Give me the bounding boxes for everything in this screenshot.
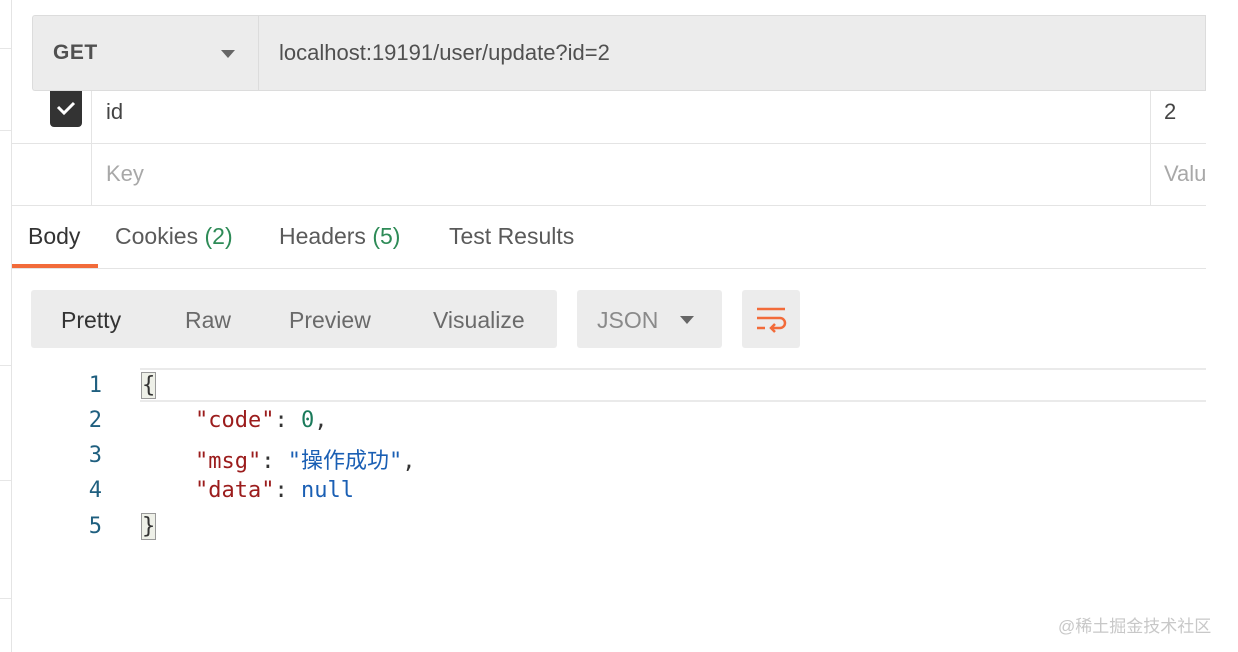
method-select[interactable]: GET [32,15,258,91]
left-panel-row-line [0,48,11,49]
tab-headers-label: Headers [279,223,366,249]
view-preview-button[interactable]: Preview [289,307,371,334]
param-key[interactable]: id [106,99,123,125]
check-icon [56,101,76,116]
params-row-empty: Key Valu [12,144,1206,206]
code-line: "data": null [194,478,354,503]
code-line: { [140,372,157,399]
left-panel-row-line [0,130,11,131]
view-pretty-button[interactable]: Pretty [61,307,121,334]
json-value: 0 [300,408,315,433]
json-value: "操作成功" [287,449,403,474]
line-number: 1 [88,373,102,398]
param-key-input[interactable]: Key [106,161,144,187]
params-row: id 2 [12,91,1206,144]
left-panel-row-line [0,598,11,599]
view-mode-group: Pretty Raw Preview Visualize [31,290,557,348]
left-panel-row-line [0,480,11,481]
param-enabled-checkbox[interactable] [50,91,82,127]
json-key: "msg" [194,449,262,474]
code-line: } [140,513,157,540]
line-number: 2 [88,408,102,433]
open-brace: { [140,372,157,399]
json-value: null [300,478,354,503]
view-visualize-button[interactable]: Visualize [433,307,525,334]
current-line-highlight [140,368,1206,402]
chevron-down-icon [221,50,235,58]
watermark: @稀土掘金技术社区 [1058,617,1212,636]
cookies-count: (2) [204,223,233,249]
line-number: 5 [88,514,102,539]
response-tabs: Body Cookies (2) Headers (5) Test Result… [12,206,1206,269]
headers-count: (5) [372,223,401,249]
active-tab-indicator [12,264,98,268]
chevron-down-icon [680,316,694,324]
format-label: JSON [597,307,659,333]
tab-cookies-label: Cookies [115,223,199,249]
tab-test-results[interactable]: Test Results [449,223,574,250]
wrap-lines-button[interactable] [742,290,800,348]
tab-cookies[interactable]: Cookies (2) [115,223,233,250]
line-number: 3 [88,443,102,468]
method-label: GET [53,41,98,64]
left-panel-row-line [0,365,11,366]
format-select[interactable]: JSON [577,290,722,348]
json-key: "data" [194,478,275,503]
json-key: "code" [194,408,275,433]
close-brace: } [140,513,157,540]
request-url-bar: GET localhost:19191/user/update?id=2 [32,15,1206,91]
tab-headers[interactable]: Headers (5) [279,223,400,250]
code-line: "msg": "操作成功", [194,449,416,474]
param-value[interactable]: 2 [1164,99,1176,125]
view-raw-button[interactable]: Raw [185,307,231,334]
param-value-input[interactable]: Valu [1164,161,1206,187]
wrap-lines-icon [757,307,787,333]
tab-body[interactable]: Body [28,223,80,250]
line-number: 4 [88,478,102,503]
url-input[interactable]: localhost:19191/user/update?id=2 [258,15,1206,91]
code-line: "code": 0, [194,408,328,433]
